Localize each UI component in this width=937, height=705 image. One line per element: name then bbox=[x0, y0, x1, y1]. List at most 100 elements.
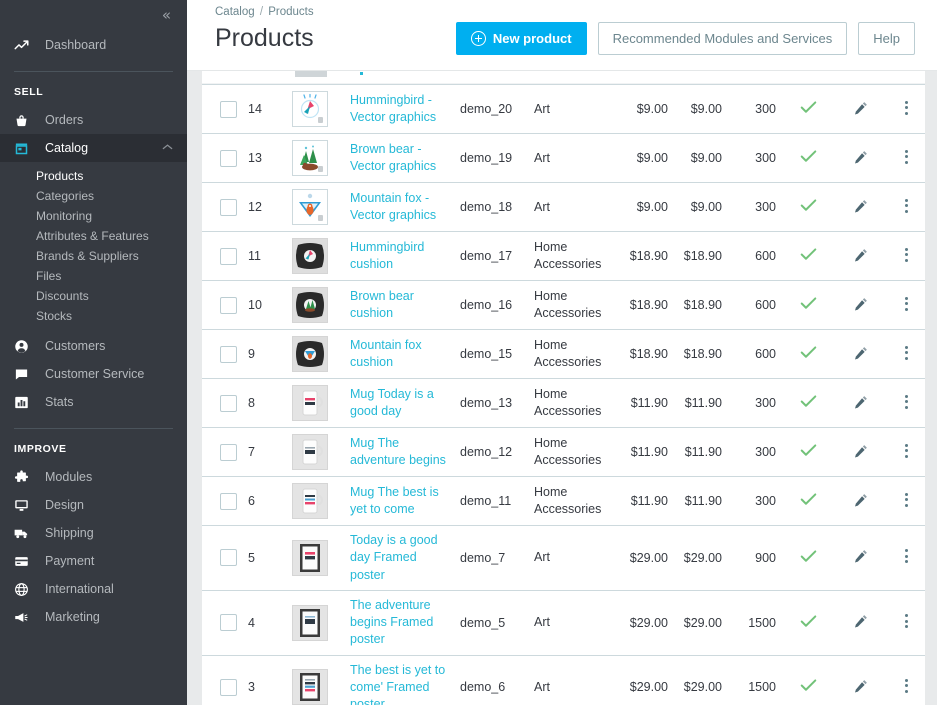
edit-pencil-icon[interactable] bbox=[853, 345, 869, 364]
table-row[interactable]: 13 Brown bear - Vector graphics demo_19 … bbox=[202, 133, 925, 183]
row-checkbox[interactable] bbox=[220, 345, 237, 363]
sidebar-item-dashboard[interactable]: Dashboard bbox=[0, 31, 187, 59]
product-name-link[interactable]: Hummingbird - Vector graphics bbox=[350, 92, 452, 127]
product-name-link[interactable]: Today is a good day Framed poster bbox=[350, 532, 452, 584]
row-edit-cell[interactable] bbox=[836, 183, 886, 232]
sidebar-item-catalog[interactable]: Catalog bbox=[0, 134, 187, 162]
sidebar-subitem-stocks[interactable]: Stocks bbox=[0, 306, 187, 326]
table-row[interactable]: 8 Mug Today is a good day demo_13 Home A… bbox=[202, 378, 925, 428]
table-row[interactable]: 10 Brown bear cushion demo_16 Home Acces… bbox=[202, 280, 925, 330]
product-name-link[interactable]: Brown bear - Vector graphics bbox=[350, 141, 452, 176]
row-checkbox[interactable] bbox=[220, 443, 237, 461]
status-enabled-check-icon[interactable] bbox=[800, 614, 817, 629]
row-status-cell[interactable] bbox=[780, 134, 836, 183]
row-checkbox[interactable] bbox=[220, 247, 237, 265]
status-enabled-check-icon[interactable] bbox=[800, 198, 817, 213]
status-enabled-check-icon[interactable] bbox=[800, 492, 817, 507]
row-menu-cell[interactable] bbox=[886, 232, 925, 281]
sidebar-subitem-products[interactable]: Products bbox=[0, 166, 187, 186]
table-row[interactable]: 12 Mountain fox - Vector graphics demo_1… bbox=[202, 182, 925, 232]
row-checkbox[interactable] bbox=[220, 614, 237, 632]
sidebar-subitem-categories[interactable]: Categories bbox=[0, 186, 187, 206]
row-menu-cell[interactable] bbox=[886, 655, 925, 705]
edit-pencil-icon[interactable] bbox=[853, 296, 869, 315]
status-enabled-check-icon[interactable] bbox=[800, 394, 817, 409]
status-enabled-check-icon[interactable] bbox=[800, 345, 817, 360]
row-edit-cell[interactable] bbox=[836, 379, 886, 428]
table-row[interactable]: 14 Hummingbird - Vector graphics demo_20… bbox=[202, 84, 925, 134]
kebab-menu-icon[interactable] bbox=[904, 147, 908, 166]
row-checkbox[interactable] bbox=[220, 394, 237, 412]
help-button[interactable]: Help bbox=[858, 22, 915, 55]
chevron-up-icon[interactable] bbox=[162, 143, 173, 154]
sidebar-item-customer-service[interactable]: Customer Service bbox=[0, 360, 187, 388]
kebab-menu-icon[interactable] bbox=[904, 245, 908, 264]
breadcrumb-products[interactable]: Products bbox=[268, 6, 313, 18]
row-edit-cell[interactable] bbox=[836, 232, 886, 281]
row-edit-cell[interactable] bbox=[836, 526, 886, 591]
kebab-menu-icon[interactable] bbox=[904, 343, 908, 362]
row-edit-cell[interactable] bbox=[836, 590, 886, 655]
status-enabled-check-icon[interactable] bbox=[800, 247, 817, 262]
product-name-link[interactable]: The best is yet to come' Framed poster bbox=[350, 662, 452, 705]
row-edit-cell[interactable] bbox=[836, 281, 886, 330]
row-menu-cell[interactable] bbox=[886, 134, 925, 183]
kebab-menu-icon[interactable] bbox=[904, 490, 908, 509]
row-edit-cell[interactable] bbox=[836, 477, 886, 526]
status-enabled-check-icon[interactable] bbox=[800, 296, 817, 311]
row-edit-cell[interactable] bbox=[836, 655, 886, 705]
table-row[interactable]: 9 Mountain fox cushion demo_15 Home Acce… bbox=[202, 329, 925, 379]
sidebar-item-shipping[interactable]: Shipping bbox=[0, 519, 187, 547]
row-menu-cell[interactable] bbox=[886, 590, 925, 655]
row-checkbox[interactable] bbox=[220, 198, 237, 216]
table-row[interactable]: 4 The adventure begins Framed poster dem… bbox=[202, 590, 925, 655]
product-name-link[interactable]: Mug Today is a good day bbox=[350, 386, 452, 421]
sidebar-item-orders[interactable]: Orders bbox=[0, 106, 187, 134]
sidebar-item-payment[interactable]: Payment bbox=[0, 547, 187, 575]
status-enabled-check-icon[interactable] bbox=[800, 443, 817, 458]
kebab-menu-icon[interactable] bbox=[904, 196, 908, 215]
sidebar-item-modules[interactable]: Modules bbox=[0, 463, 187, 491]
row-menu-cell[interactable] bbox=[886, 428, 925, 477]
kebab-menu-icon[interactable] bbox=[904, 392, 908, 411]
product-name-link[interactable]: Hummingbird cushion bbox=[350, 239, 452, 274]
edit-pencil-icon[interactable] bbox=[853, 548, 869, 567]
edit-pencil-icon[interactable] bbox=[853, 678, 869, 697]
product-name-link[interactable]: Mug The adventure begins bbox=[350, 435, 452, 470]
edit-pencil-icon[interactable] bbox=[853, 149, 869, 168]
sidebar-item-customers[interactable]: Customers bbox=[0, 332, 187, 360]
row-checkbox[interactable] bbox=[220, 678, 237, 696]
row-status-cell[interactable] bbox=[780, 281, 836, 330]
recommended-modules-button[interactable]: Recommended Modules and Services bbox=[597, 22, 848, 55]
row-checkbox[interactable] bbox=[220, 149, 237, 167]
product-name-link[interactable]: The adventure begins Framed poster bbox=[350, 597, 452, 649]
table-row[interactable]: 5 Today is a good day Framed poster demo… bbox=[202, 525, 925, 591]
row-checkbox[interactable] bbox=[220, 549, 237, 567]
collapse-sidebar-icon[interactable]: « bbox=[162, 8, 171, 23]
row-menu-cell[interactable] bbox=[886, 477, 925, 526]
kebab-menu-icon[interactable] bbox=[904, 441, 908, 460]
breadcrumb-catalog[interactable]: Catalog bbox=[215, 6, 255, 18]
sidebar-subitem-discounts[interactable]: Discounts bbox=[0, 286, 187, 306]
table-row[interactable]: 6 Mug The best is yet to come demo_11 Ho… bbox=[202, 476, 925, 526]
edit-pencil-icon[interactable] bbox=[853, 247, 869, 266]
row-menu-cell[interactable] bbox=[886, 330, 925, 379]
sidebar-subitem-monitoring[interactable]: Monitoring bbox=[0, 206, 187, 226]
row-status-cell[interactable] bbox=[780, 330, 836, 379]
edit-pencil-icon[interactable] bbox=[853, 198, 869, 217]
row-menu-cell[interactable] bbox=[886, 85, 925, 134]
product-name-link[interactable]: Mountain fox - Vector graphics bbox=[350, 190, 452, 225]
row-status-cell[interactable] bbox=[780, 477, 836, 526]
table-row[interactable]: 11 Hummingbird cushion demo_17 Home Acce… bbox=[202, 231, 925, 281]
kebab-menu-icon[interactable] bbox=[904, 294, 908, 313]
product-name-link[interactable]: Mountain fox cushion bbox=[350, 337, 452, 372]
product-name-link[interactable]: Brown bear cushion bbox=[350, 288, 452, 323]
row-status-cell[interactable] bbox=[780, 232, 836, 281]
sidebar-item-design[interactable]: Design bbox=[0, 491, 187, 519]
status-enabled-check-icon[interactable] bbox=[800, 149, 817, 164]
status-enabled-check-icon[interactable] bbox=[800, 100, 817, 115]
kebab-menu-icon[interactable] bbox=[904, 547, 908, 566]
row-checkbox[interactable] bbox=[220, 296, 237, 314]
status-enabled-check-icon[interactable] bbox=[800, 678, 817, 693]
row-menu-cell[interactable] bbox=[886, 379, 925, 428]
